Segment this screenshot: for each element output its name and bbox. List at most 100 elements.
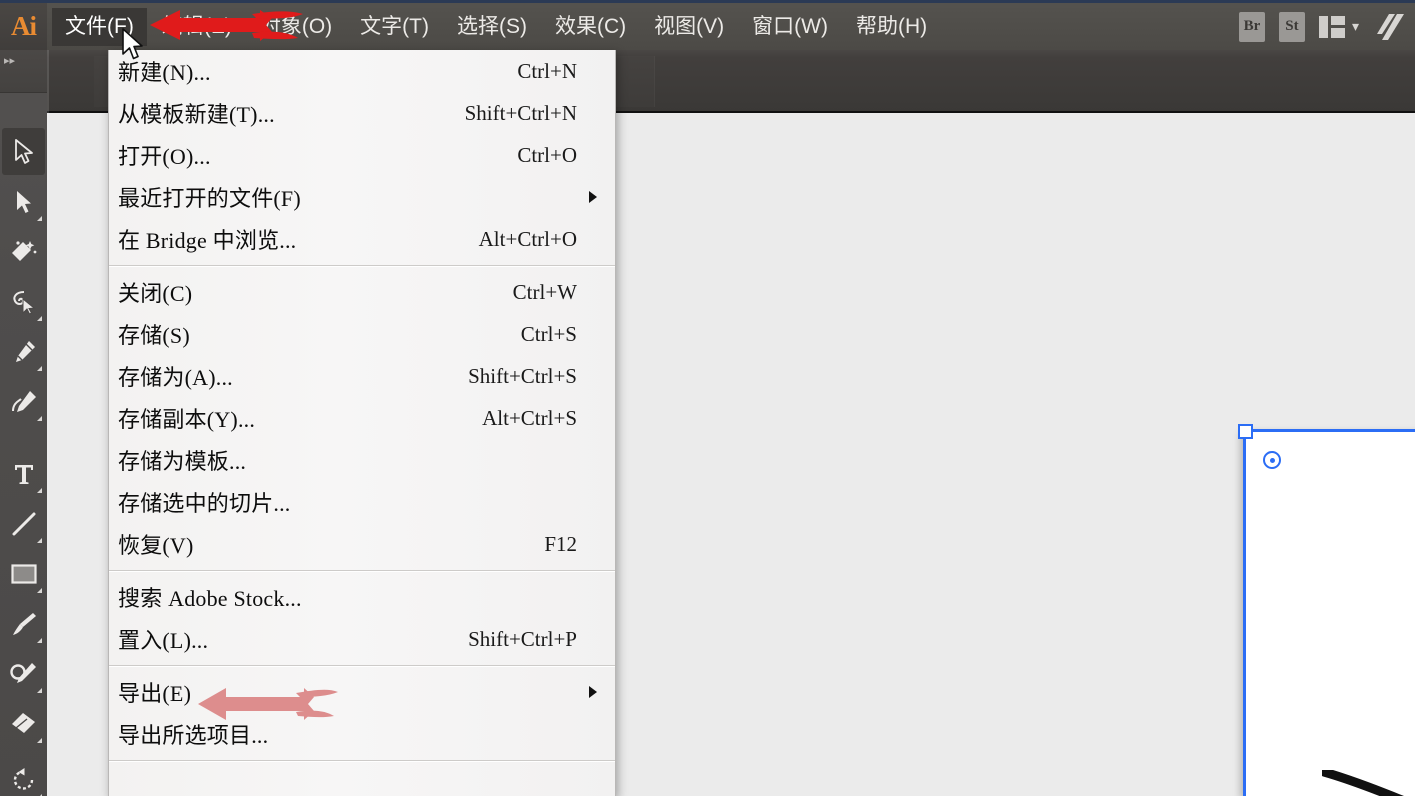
shaper-tool[interactable] bbox=[2, 650, 45, 697]
app-logo: Ai bbox=[0, 3, 47, 50]
tool-flyout-indicator-icon bbox=[37, 366, 42, 371]
menu-item-new-from-template[interactable]: 从模板新建(T)... Shift+Ctrl+N bbox=[109, 92, 615, 134]
menu-item-close[interactable]: 关闭(C) Ctrl+W bbox=[109, 271, 615, 313]
menu-item-shortcut: Ctrl+W bbox=[512, 279, 577, 304]
stock-button[interactable]: St bbox=[1278, 11, 1305, 42]
artboard-center-marker-icon bbox=[1263, 451, 1281, 469]
menu-item-search-adobe-stock[interactable]: 搜索 Adobe Stock... bbox=[109, 576, 615, 618]
bridge-button[interactable]: Br bbox=[1238, 11, 1265, 42]
menu-item-label: 关闭(C) bbox=[118, 281, 193, 306]
tool-flyout-indicator-icon bbox=[37, 738, 42, 743]
menu-item-label: 搜索 Adobe Stock... bbox=[118, 586, 302, 611]
selection-arrow-icon bbox=[14, 138, 33, 164]
tools-panel-collapse-icon[interactable]: ▸▸ bbox=[4, 56, 20, 67]
artboard-border-left bbox=[1243, 429, 1246, 796]
tool-flyout-indicator-icon bbox=[37, 316, 42, 321]
menu-item-save-a-copy[interactable]: 存储副本(Y)... Alt+Ctrl+S bbox=[109, 397, 615, 439]
curvature-tool[interactable] bbox=[2, 378, 45, 425]
direct-selection-tool[interactable] bbox=[2, 178, 45, 225]
menu-item-shortcut: Shift+Ctrl+N bbox=[464, 100, 577, 125]
lasso-tool[interactable] bbox=[2, 278, 45, 325]
workspace-left-edge bbox=[47, 50, 49, 796]
pen-tool[interactable] bbox=[2, 328, 45, 375]
rectangle-icon bbox=[10, 563, 37, 584]
menu-help[interactable]: 帮助(H) bbox=[843, 8, 940, 46]
eraser-tool[interactable] bbox=[2, 700, 45, 747]
menu-item-label: 存储为模板... bbox=[118, 449, 247, 474]
menu-item-label: 导出(E) bbox=[118, 681, 192, 706]
tools-panel[interactable]: ▸▸ bbox=[0, 50, 47, 796]
type-T-icon bbox=[14, 464, 33, 484]
type-tool[interactable] bbox=[2, 450, 45, 497]
rectangle-tool[interactable] bbox=[2, 550, 45, 597]
submenu-arrow-icon bbox=[589, 191, 597, 203]
menu-item-label: 存储(S) bbox=[118, 323, 190, 348]
menu-item-shortcut: Alt+Ctrl+O bbox=[478, 226, 577, 251]
menu-separator bbox=[109, 265, 615, 266]
file-menu-group-4: 导出(E) 导出所选项目... bbox=[109, 671, 615, 755]
menu-item-new[interactable]: 新建(N)... Ctrl+N bbox=[109, 50, 615, 92]
magic-wand-icon bbox=[11, 240, 36, 261]
menu-item-label: 在 Bridge 中浏览... bbox=[118, 228, 297, 253]
menu-separator bbox=[109, 570, 615, 571]
lasso-icon bbox=[12, 290, 35, 315]
menu-item-open-recent[interactable]: 最近打开的文件(F) bbox=[109, 176, 615, 218]
menu-item-label: 最近打开的文件(F) bbox=[118, 186, 301, 211]
menu-item-save-as-template[interactable]: 存储为模板... bbox=[109, 439, 615, 481]
menu-item-revert[interactable]: 恢复(V) F12 bbox=[109, 523, 615, 565]
selection-tool[interactable] bbox=[2, 128, 45, 175]
menu-item-label: 存储为(A)... bbox=[118, 365, 233, 390]
menu-item-open[interactable]: 打开(O)... Ctrl+O bbox=[109, 134, 615, 176]
file-menu-group-1: 新建(N)... Ctrl+N 从模板新建(T)... Shift+Ctrl+N… bbox=[109, 50, 615, 260]
direct-selection-arrow-icon bbox=[16, 190, 31, 213]
layout-grid-icon bbox=[1318, 15, 1345, 38]
submenu-arrow-icon bbox=[589, 686, 597, 698]
workspace-switcher-button[interactable]: ▾ bbox=[1318, 15, 1359, 38]
menu-item-save-as[interactable]: 存储为(A)... Shift+Ctrl+S bbox=[109, 355, 615, 397]
menu-item-shortcut: Ctrl+N bbox=[517, 58, 577, 83]
menu-item-shortcut: Ctrl+S bbox=[520, 321, 577, 346]
artboard[interactable] bbox=[1243, 429, 1415, 796]
pink-arrow-pointing-at-export bbox=[198, 688, 338, 720]
paintbrush-icon bbox=[12, 612, 36, 635]
artboard-border-top bbox=[1243, 429, 1415, 432]
menu-item-shortcut: Alt+Ctrl+S bbox=[482, 405, 577, 430]
rotate-arrow-icon bbox=[13, 767, 33, 790]
menu-bar-tools[interactable]: Br St ▾ bbox=[1238, 3, 1407, 50]
menu-item-label: 置入(L)... bbox=[118, 628, 209, 653]
paintbrush-tool[interactable] bbox=[2, 600, 45, 647]
menu-item-browse-in-bridge[interactable]: 在 Bridge 中浏览... Alt+Ctrl+O bbox=[109, 218, 615, 260]
menu-item-export-selection[interactable]: 导出所选项目... bbox=[109, 713, 615, 755]
chevron-down-icon: ▾ bbox=[1351, 18, 1359, 34]
curvature-pen-icon bbox=[11, 390, 36, 412]
tool-flyout-indicator-icon bbox=[37, 416, 42, 421]
artboard-corner-handle[interactable] bbox=[1238, 424, 1253, 439]
illustrator-window: ▸▸ Ai 文件(F) 对象(O) 文字(T) 选择(S) 效果(C) 视图(V… bbox=[0, 0, 1415, 796]
menu-view[interactable]: 视图(V) bbox=[641, 8, 737, 46]
menu-separator bbox=[109, 665, 615, 666]
eraser-icon bbox=[11, 712, 35, 733]
menu-item-label: 存储副本(Y)... bbox=[118, 407, 256, 432]
file-menu-group-3: 搜索 Adobe Stock... 置入(L)... Shift+Ctrl+P bbox=[109, 576, 615, 660]
menu-window[interactable]: 窗口(W) bbox=[739, 8, 841, 46]
tool-flyout-indicator-icon bbox=[37, 588, 42, 593]
creative-cloud-icon[interactable] bbox=[1373, 12, 1407, 42]
tool-flyout-indicator-icon bbox=[37, 688, 42, 693]
menu-item-save-selected-slices[interactable]: 存储选中的切片... bbox=[109, 481, 615, 523]
magic-wand-tool[interactable] bbox=[2, 228, 45, 275]
menu-item-save[interactable]: 存储(S) Ctrl+S bbox=[109, 313, 615, 355]
menu-select[interactable]: 选择(S) bbox=[444, 8, 540, 46]
menu-type[interactable]: 文字(T) bbox=[347, 8, 442, 46]
line-icon bbox=[12, 512, 35, 535]
menu-item-place[interactable]: 置入(L)... Shift+Ctrl+P bbox=[109, 618, 615, 660]
line-segment-tool[interactable] bbox=[2, 500, 45, 547]
menu-item-label: 存储选中的切片... bbox=[118, 491, 291, 516]
tools-panel-header[interactable]: ▸▸ bbox=[0, 50, 47, 93]
shaper-pencil-icon bbox=[9, 662, 36, 683]
rotate-tool[interactable] bbox=[2, 756, 45, 796]
menu-effect[interactable]: 效果(C) bbox=[542, 8, 639, 46]
tool-flyout-indicator-icon bbox=[37, 538, 42, 543]
menu-item-export[interactable]: 导出(E) bbox=[109, 671, 615, 713]
menu-item-shortcut: F12 bbox=[544, 531, 577, 556]
file-menu-dropdown[interactable]: 新建(N)... Ctrl+N 从模板新建(T)... Shift+Ctrl+N… bbox=[108, 50, 616, 796]
